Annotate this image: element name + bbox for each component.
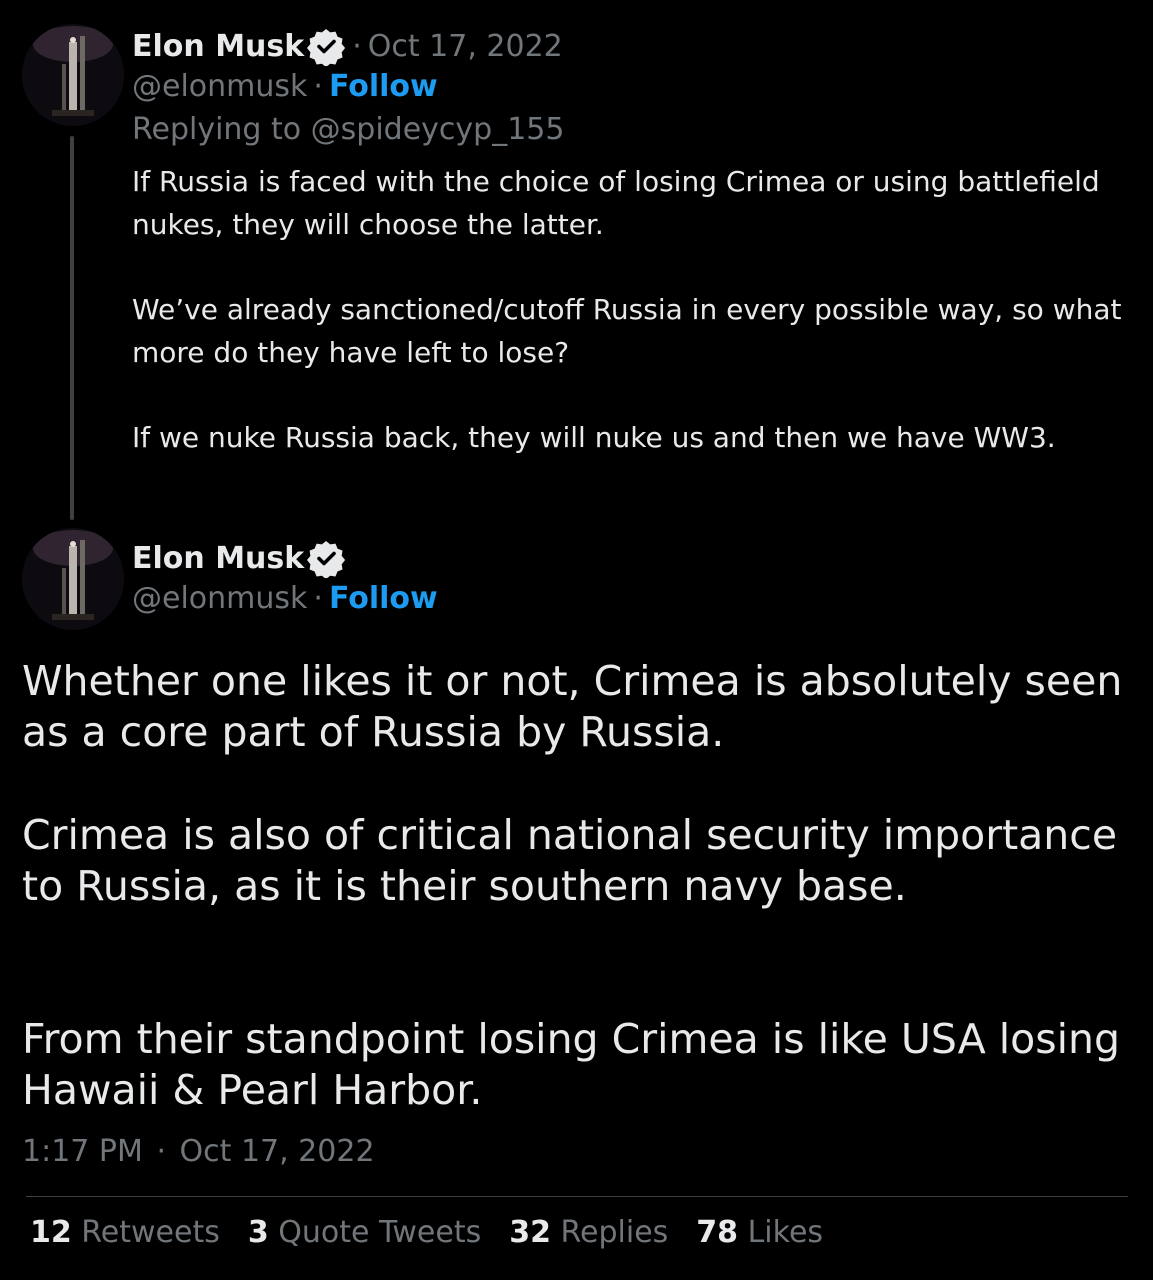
separator-dot: · bbox=[313, 69, 323, 104]
author-handle[interactable]: @elonmusk bbox=[132, 581, 307, 616]
separator-dot: · bbox=[313, 581, 323, 616]
quote-tweets-stat[interactable]: 3 Quote Tweets bbox=[248, 1215, 481, 1250]
verified-badge-icon bbox=[306, 538, 346, 580]
tweet-time: 1:17 PM bbox=[22, 1134, 143, 1169]
author-handle[interactable]: @elonmusk bbox=[132, 69, 307, 104]
verified-badge-icon bbox=[306, 26, 346, 68]
stat-count: 32 bbox=[509, 1215, 551, 1250]
handle-row: @elonmusk · Follow bbox=[132, 69, 438, 104]
rocket-avatar-icon bbox=[22, 24, 124, 126]
stat-label: Quote Tweets bbox=[278, 1215, 482, 1250]
author-name[interactable]: Elon Musk bbox=[132, 541, 304, 576]
stat-count: 12 bbox=[30, 1215, 72, 1250]
tweet-paragraph: We’ve already sanctioned/cutoff Russia i… bbox=[132, 293, 1122, 369]
avatar[interactable] bbox=[22, 24, 124, 126]
divider bbox=[26, 1196, 1128, 1197]
tweet-paragraph: If we nuke Russia back, they will nuke u… bbox=[132, 421, 1056, 454]
tweet-date[interactable]: Oct 17, 2022 bbox=[368, 29, 563, 64]
author-name[interactable]: Elon Musk bbox=[132, 29, 304, 64]
tweet-date: Oct 17, 2022 bbox=[179, 1134, 375, 1169]
replying-to: Replying to @spideycyp_155 bbox=[132, 112, 565, 147]
thread-connector-line bbox=[70, 136, 74, 520]
stat-count: 78 bbox=[696, 1215, 739, 1250]
rocket-avatar-icon bbox=[22, 528, 124, 630]
engagement-stats: 12 Retweets 3 Quote Tweets 32 Replies 78… bbox=[30, 1215, 851, 1250]
tweet-timestamp[interactable]: 1:17 PM · Oct 17, 2022 bbox=[22, 1134, 375, 1169]
replies-stat[interactable]: 32 Replies bbox=[509, 1215, 668, 1250]
avatar[interactable] bbox=[22, 528, 124, 630]
stat-label: Likes bbox=[747, 1215, 824, 1250]
follow-button[interactable]: Follow bbox=[329, 69, 438, 104]
handle-row: @elonmusk · Follow bbox=[132, 581, 438, 616]
retweets-stat[interactable]: 12 Retweets bbox=[30, 1215, 220, 1250]
replying-to-handle[interactable]: @spideycyp_155 bbox=[311, 112, 565, 147]
tweet-paragraph: If Russia is faced with the choice of lo… bbox=[132, 165, 1100, 241]
replying-to-prefix: Replying to bbox=[132, 112, 311, 147]
tweet-paragraph: Whether one likes it or not, Crimea is a… bbox=[22, 657, 1123, 756]
parent-tweet: Elon Musk · Oct 17, 2022 @elonmusk · Fol… bbox=[0, 0, 1153, 520]
author-row: Elon Musk · Oct 17, 2022 bbox=[132, 26, 563, 68]
separator-dot: · bbox=[352, 28, 362, 64]
stat-label: Replies bbox=[560, 1215, 669, 1250]
author-row: Elon Musk bbox=[132, 538, 346, 580]
tweet-paragraph: From their standpoint losing Crimea is l… bbox=[22, 1015, 1121, 1114]
follow-button[interactable]: Follow bbox=[329, 581, 438, 616]
stat-count: 3 bbox=[247, 1215, 269, 1250]
stat-label: Retweets bbox=[81, 1215, 220, 1250]
separator-dot: · bbox=[156, 1134, 166, 1169]
likes-stat[interactable]: 78 Likes bbox=[696, 1215, 823, 1250]
tweet-paragraph: Crimea is also of critical national secu… bbox=[22, 811, 1118, 910]
